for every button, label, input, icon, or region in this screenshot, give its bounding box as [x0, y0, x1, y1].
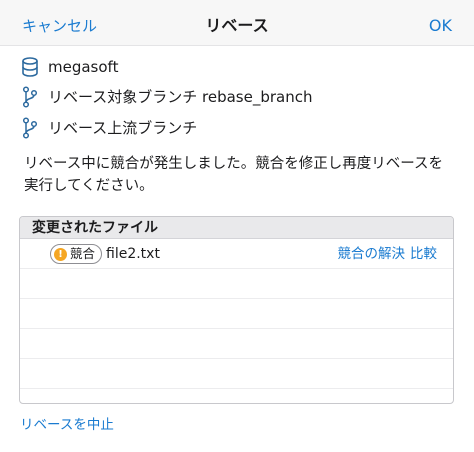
dialog-title: リベース: [205, 16, 269, 35]
empty-row: [20, 389, 453, 403]
database-icon: [20, 56, 40, 78]
rebase-target-row: リベース対象ブランチ rebase_branch: [20, 86, 312, 108]
changed-files-header: 変更されたファイル: [20, 217, 453, 239]
repository-row: megasoft: [20, 56, 118, 78]
empty-row: [20, 269, 453, 299]
conflict-badge-label: 競合: [70, 246, 96, 261]
repository-name: megasoft: [48, 58, 119, 76]
file-row[interactable]: ! 競合 file2.txt 競合の解決 比較: [20, 239, 453, 269]
resolve-conflict-link[interactable]: 競合の解決: [338, 245, 406, 263]
empty-row: [20, 359, 453, 389]
rebase-target-label: リベース対象ブランチ rebase_branch: [48, 88, 313, 106]
branch-icon: [20, 117, 40, 139]
abort-rebase-link[interactable]: リベースを中止: [20, 416, 114, 434]
warning-icon: !: [54, 247, 67, 261]
ok-button[interactable]: OK: [429, 15, 452, 37]
conflict-badge: ! 競合: [50, 244, 103, 264]
upstream-label: リベース上流ブランチ: [48, 119, 198, 137]
branch-icon: [20, 86, 40, 108]
compare-link[interactable]: 比較: [410, 245, 437, 263]
conflict-message: リベース中に競合が発生しました。競合を修正し再度リベースを実行してください。: [24, 156, 444, 194]
changed-files-list: 変更されたファイル ! 競合 file2.txt 競合の解決 比較: [19, 216, 454, 404]
empty-row: [20, 329, 453, 359]
empty-row: [20, 299, 453, 329]
navigation-bar: キャンセル リベース OK: [0, 0, 474, 46]
upstream-row: リベース上流ブランチ: [20, 117, 197, 139]
file-name: file2.txt: [106, 246, 160, 262]
